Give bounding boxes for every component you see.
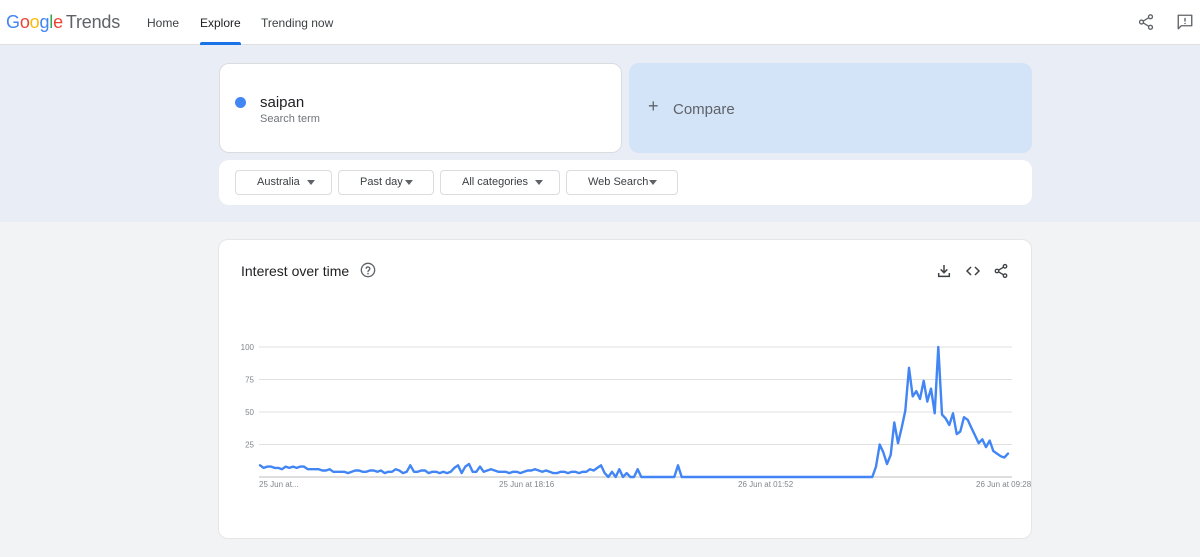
x-tick-label: 25 Jun at 18:16 xyxy=(499,480,555,489)
x-tick-label: 25 Jun at... xyxy=(259,480,299,489)
time-filter-label: Past day xyxy=(360,176,403,188)
nav-trending-now[interactable]: Trending now xyxy=(261,0,333,45)
x-tick-label: 26 Jun at 01:52 xyxy=(738,480,794,489)
interest-line-chart: 100 75 50 25 25 Jun at... 25 Jun at 18:16 26 J… xyxy=(241,343,1032,489)
share-icon[interactable] xyxy=(1137,13,1155,31)
y-tick-label: 50 xyxy=(245,408,254,417)
filter-bar: Australia Past day All categories Web Se… xyxy=(219,160,1032,205)
chevron-down-icon xyxy=(535,180,543,185)
compare-label: Compare xyxy=(673,101,735,118)
y-tick-label: 100 xyxy=(241,343,255,352)
y-tick-label: 25 xyxy=(245,441,254,450)
search-term-type: Search term xyxy=(260,113,320,125)
google-trends-logo[interactable]: Google Trends xyxy=(6,12,120,33)
y-tick-label: 75 xyxy=(245,376,254,385)
plus-icon: + xyxy=(648,96,659,116)
term-color-dot xyxy=(235,97,246,108)
search-term-name[interactable]: saipan xyxy=(260,94,304,111)
search-term-card[interactable]: saipan Search term xyxy=(219,63,622,153)
region-filter-label: Australia xyxy=(257,176,300,188)
chevron-down-icon xyxy=(649,180,657,185)
feedback-icon[interactable] xyxy=(1176,13,1194,31)
nav-explore-label: Explore xyxy=(200,16,241,30)
region-filter[interactable]: Australia xyxy=(235,170,332,195)
chevron-down-icon xyxy=(307,180,315,185)
x-tick-label: 26 Jun at 09:28 xyxy=(976,480,1032,489)
top-app-bar: Google Trends Home Explore Trending now xyxy=(0,0,1200,45)
interest-over-time-card: Interest over time 100 75 50 25 25 Jun at...… xyxy=(218,239,1032,539)
category-filter[interactable]: All categories xyxy=(440,170,560,195)
search-property-filter-label: Web Search xyxy=(588,176,649,188)
time-filter[interactable]: Past day xyxy=(338,170,434,195)
logo-trends-text: Trends xyxy=(65,12,121,32)
logo-google-wordmark: Google xyxy=(6,12,63,32)
search-property-filter[interactable]: Web Search xyxy=(566,170,678,195)
category-filter-label: All categories xyxy=(462,176,529,188)
compare-card[interactable]: + Compare xyxy=(629,63,1032,153)
nav-home[interactable]: Home xyxy=(147,0,179,45)
nav-explore[interactable]: Explore xyxy=(200,0,241,45)
chevron-down-icon xyxy=(405,180,413,185)
